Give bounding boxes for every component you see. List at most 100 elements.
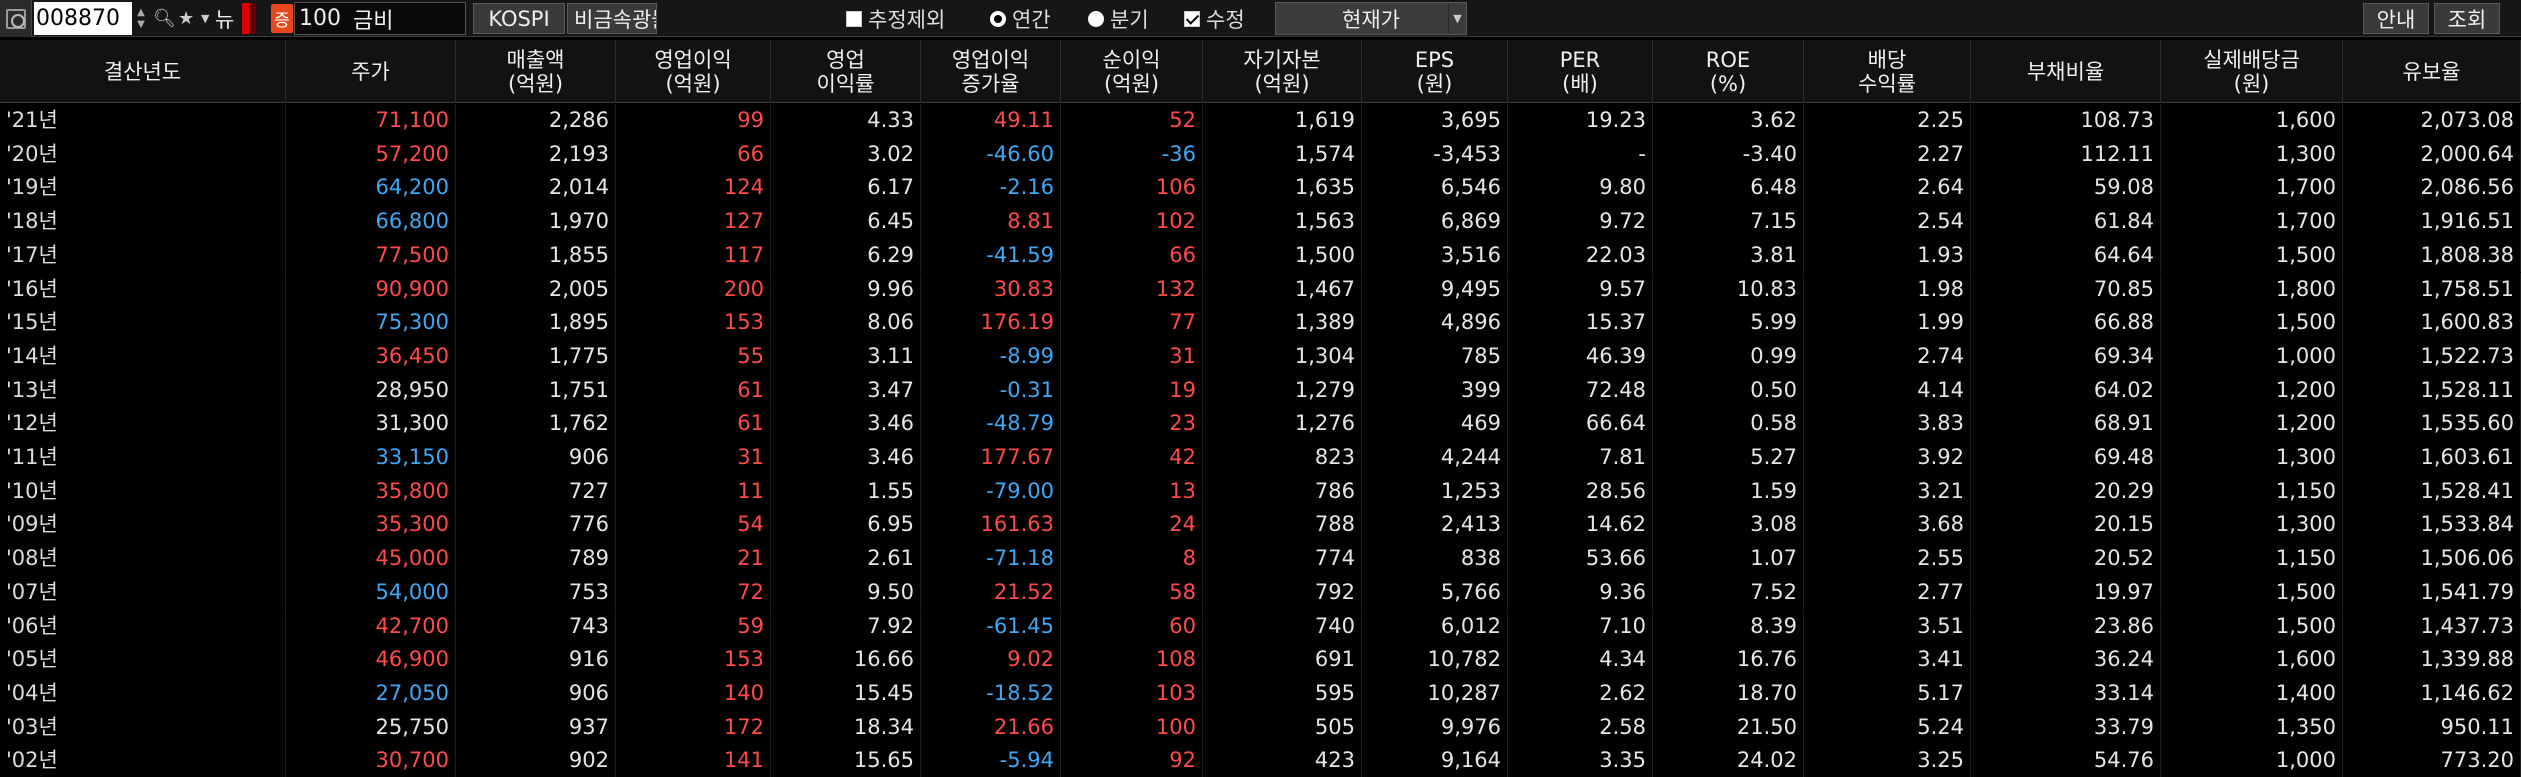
cell-price: 27,050 <box>286 676 456 711</box>
cell-div-yield: 3.41 <box>1804 643 1971 677</box>
cell-net-income: 102 <box>1061 205 1203 239</box>
cell-per: 9.80 <box>1508 171 1653 206</box>
table-row[interactable]: '15년 75,300 1,895 153 8.06 176.19 77 1,389 4,896… <box>0 306 2521 340</box>
table-row[interactable]: '12년 31,300 1,762 61 3.46 -48.79 23 1,276 469 66.… <box>0 407 2521 441</box>
table-row[interactable]: '06년 42,700 743 59 7.92 -61.45 60 740 6,012 7.10 8… <box>0 609 2521 644</box>
column-header-op-growth[interactable]: 영업이익 증가율 <box>921 40 1061 103</box>
adjusted-checkbox[interactable]: 수정 <box>1184 0 1245 37</box>
cell-equity: 595 <box>1203 676 1362 711</box>
table-row[interactable]: '04년 27,050 906 140 15.45 -18.52 103 595 10,287 2… <box>0 676 2521 711</box>
cell-div-yield: 2.27 <box>1804 137 1971 172</box>
cell-debt-ratio: 20.29 <box>1971 474 2161 509</box>
cell-per: 2.62 <box>1508 676 1653 711</box>
column-header-net-income[interactable]: 순이익 (억원) <box>1061 40 1203 103</box>
cell-equity: 1,389 <box>1203 306 1362 340</box>
stock-name-field[interactable]: 100 금비 <box>294 2 466 35</box>
table-row[interactable]: '05년 46,900 916 153 16.66 9.02 108 691 10,782 4.3… <box>0 643 2521 677</box>
star-icon[interactable]: ★ <box>178 0 194 37</box>
price-type-select[interactable]: 현재가 ▼ <box>1275 2 1467 35</box>
column-header-per[interactable]: PER (배) <box>1508 40 1653 103</box>
chevron-down-icon[interactable]: ▼ <box>1448 3 1466 34</box>
table-row[interactable]: '09년 35,300 776 54 6.95 161.63 24 788 2,413 14.62… <box>0 508 2521 543</box>
cell-per: 22.03 <box>1508 238 1653 273</box>
cell-per: 4.34 <box>1508 643 1653 677</box>
stock-code-input[interactable]: 008870 <box>34 2 132 35</box>
column-header-dividend[interactable]: 실제배당금 (원) <box>2161 40 2343 103</box>
cell-div-yield: 3.21 <box>1804 474 1971 509</box>
column-header-debt-ratio[interactable]: 부채비율 <box>1971 40 2161 103</box>
cell-op-income: 61 <box>616 407 771 441</box>
cell-op-margin: 18.34 <box>771 710 921 745</box>
query-button[interactable]: 조회 <box>2434 3 2500 34</box>
column-header-op-income[interactable]: 영업이익 (억원) <box>616 40 771 103</box>
chevron-down-icon[interactable]: ▼ <box>137 19 145 31</box>
table-row[interactable]: '16년 90,900 2,005 200 9.96 30.83 132 1,467 9,495… <box>0 272 2521 307</box>
radio-icon[interactable] <box>1088 10 1104 27</box>
code-stepper[interactable]: ▲ ▼ <box>133 0 149 37</box>
cell-net-income: 100 <box>1061 710 1203 745</box>
annual-radio[interactable]: 연간 <box>990 0 1051 37</box>
cell-equity: 1,276 <box>1203 407 1362 441</box>
column-header-roe[interactable]: ROE (%) <box>1653 40 1804 103</box>
cell-op-margin: 3.11 <box>771 339 921 374</box>
table-row[interactable]: '02년 30,700 902 141 15.65 -5.94 92 423 9,164 3.35… <box>0 744 2521 777</box>
cell-op-margin: 3.02 <box>771 137 921 172</box>
table-row[interactable]: '19년 64,200 2,014 124 6.17 -2.16 106 1,635 6,546… <box>0 171 2521 206</box>
screen-menu-button[interactable] <box>0 0 32 37</box>
cell-price: 25,750 <box>286 710 456 745</box>
column-header-equity[interactable]: 자기자본 (억원) <box>1203 40 1362 103</box>
news-badge[interactable]: 뉴 <box>215 0 234 37</box>
table-row[interactable]: '17년 77,500 1,855 117 6.29 -41.59 66 1,500 3,516… <box>0 238 2521 273</box>
table-row[interactable]: '14년 36,450 1,775 55 3.11 -8.99 31 1,304 785 46.3… <box>0 339 2521 374</box>
table-row[interactable]: '11년 33,150 906 31 3.46 177.67 42 823 4,244 7.81 5… <box>0 441 2521 475</box>
column-header-year[interactable]: 결산년도 <box>0 40 286 103</box>
quarter-radio[interactable]: 분기 <box>1088 0 1149 37</box>
cell-year: '14년 <box>0 339 286 374</box>
cell-op-growth: -41.59 <box>921 238 1061 273</box>
market-badge[interactable]: KOSPI <box>473 3 565 34</box>
cell-op-margin: 8.06 <box>771 306 921 340</box>
table-row[interactable]: '08년 45,000 789 21 2.61 -71.18 8 774 838 53.66 1.0… <box>0 542 2521 576</box>
table-row[interactable]: '18년 66,800 1,970 127 6.45 8.81 102 1,563 6,869 9… <box>0 205 2521 239</box>
table-row[interactable]: '13년 28,950 1,751 61 3.47 -0.31 19 1,279 399 72.4… <box>0 373 2521 408</box>
guide-button[interactable]: 안내 <box>2363 3 2429 34</box>
cell-reserve-ratio: 1,522.73 <box>2343 339 2521 374</box>
cell-sales: 1,775 <box>456 339 616 374</box>
cell-eps: 6,546 <box>1362 171 1508 206</box>
sector-badge[interactable]: 비금속광물 <box>567 3 657 34</box>
checkbox-icon[interactable] <box>846 10 862 27</box>
table-row[interactable]: '03년 25,750 937 172 18.34 21.66 100 505 9,976 2.5… <box>0 710 2521 745</box>
checkbox-checked-icon[interactable] <box>1184 10 1200 27</box>
table-row[interactable]: '21년 71,100 2,286 99 4.33 49.11 52 1,619 3,695 19… <box>0 104 2521 138</box>
column-header-div-yield[interactable]: 배당 수익률 <box>1804 40 1971 103</box>
table-row[interactable]: '10년 35,800 727 11 1.55 -79.00 13 786 1,253 28.56… <box>0 474 2521 509</box>
cell-year: '18년 <box>0 205 286 239</box>
exclude-estimate-checkbox[interactable]: 추정제외 <box>846 0 945 37</box>
table-row[interactable]: '20년 57,200 2,193 66 3.02 -46.60 -36 1,574 -3,45… <box>0 137 2521 172</box>
cell-price: 90,900 <box>286 272 456 307</box>
cell-debt-ratio: 19.97 <box>1971 575 2161 610</box>
cell-op-growth: -2.16 <box>921 171 1061 206</box>
radio-selected-icon[interactable] <box>990 10 1006 27</box>
column-header-op-margin[interactable]: 영업 이익률 <box>771 40 921 103</box>
cell-price: 45,000 <box>286 542 456 576</box>
column-header-eps[interactable]: EPS (원) <box>1362 40 1508 103</box>
column-header-price[interactable]: 주가 <box>286 40 456 103</box>
cell-dividend: 1,300 <box>2161 441 2343 475</box>
cell-equity: 1,635 <box>1203 171 1362 206</box>
cell-equity: 740 <box>1203 609 1362 644</box>
cell-reserve-ratio: 1,916.51 <box>2343 205 2521 239</box>
cell-per: 28.56 <box>1508 474 1653 509</box>
table-row[interactable]: '07년 54,000 753 72 9.50 21.52 58 792 5,766 9.36 7.… <box>0 575 2521 610</box>
chevron-up-icon[interactable]: ▲ <box>137 7 145 19</box>
cell-net-income: 19 <box>1061 373 1203 408</box>
column-header-reserve-ratio[interactable]: 유보율 <box>2343 40 2521 103</box>
cell-equity: 1,304 <box>1203 339 1362 374</box>
cell-debt-ratio: 64.02 <box>1971 373 2161 408</box>
search-icon[interactable]: 🔍︎ <box>153 0 176 37</box>
cell-op-income: 140 <box>616 676 771 711</box>
cell-dividend: 1,200 <box>2161 407 2343 441</box>
cell-debt-ratio: 68.91 <box>1971 407 2161 441</box>
chevron-down-icon[interactable]: ▼ <box>201 0 209 37</box>
column-header-sales[interactable]: 매출액 (억원) <box>456 40 616 103</box>
